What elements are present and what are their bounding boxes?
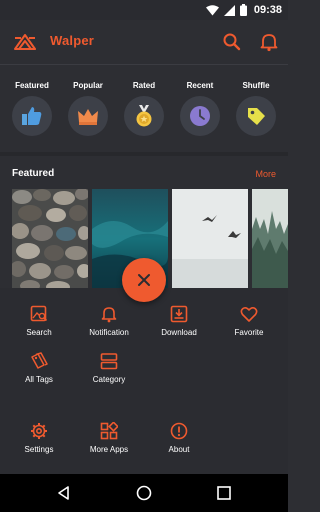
menu-label: More Apps xyxy=(89,445,129,454)
category-featured[interactable]: Featured xyxy=(4,74,60,142)
category-popular[interactable]: Popular xyxy=(60,74,116,142)
category-rated[interactable]: Rated xyxy=(116,74,172,142)
forest-image xyxy=(252,189,288,289)
category-recent[interactable]: Recent xyxy=(172,74,228,142)
status-icons: 09:38 xyxy=(205,3,282,17)
home-icon[interactable] xyxy=(136,485,152,501)
category-label: Popular xyxy=(73,81,103,90)
wallpaper-thumbnail[interactable] xyxy=(12,189,88,289)
apps-grid-icon xyxy=(100,422,118,440)
signal-icon xyxy=(223,4,235,16)
category-icon xyxy=(100,353,118,370)
close-icon xyxy=(138,274,150,286)
menu-download[interactable]: Download xyxy=(144,305,214,345)
menu-label: About xyxy=(168,445,190,454)
recents-icon[interactable] xyxy=(216,485,232,501)
category-label: Featured xyxy=(15,81,49,90)
battery-icon xyxy=(239,4,247,16)
menu-notification[interactable]: Notification xyxy=(74,305,144,345)
image-search-icon xyxy=(30,305,48,322)
app-title: Walper xyxy=(50,33,95,48)
app-bar-divider xyxy=(0,64,288,65)
crown-icon xyxy=(78,109,98,125)
section-separator xyxy=(0,152,288,156)
menu-label: Notification xyxy=(89,328,129,337)
wifi-icon xyxy=(205,4,219,15)
medal-icon xyxy=(136,105,152,127)
status-bar: 09:38 xyxy=(0,0,288,20)
tags-icon xyxy=(31,352,48,369)
close-menu-button[interactable] xyxy=(122,258,166,302)
birds-sky-image xyxy=(172,189,248,289)
menu-settings[interactable]: Settings xyxy=(4,422,74,462)
notification-bell-icon[interactable] xyxy=(259,32,279,52)
category-label: Shuffle xyxy=(242,81,270,90)
menu-more-apps[interactable]: More Apps xyxy=(74,422,144,462)
category-circle xyxy=(12,96,52,136)
category-shuffle[interactable]: Shuffle xyxy=(228,74,284,142)
category-label: Rated xyxy=(132,81,156,90)
featured-more-link[interactable]: More xyxy=(255,169,276,179)
pebbles-image xyxy=(12,189,88,289)
heart-icon xyxy=(240,306,258,322)
status-time: 09:38 xyxy=(253,4,282,16)
tag-icon xyxy=(248,108,265,125)
category-circle xyxy=(124,96,164,136)
menu-label: Favorite xyxy=(234,328,264,337)
menu-label: Settings xyxy=(24,445,54,454)
gear-icon xyxy=(31,423,47,439)
menu-category[interactable]: Category xyxy=(74,352,144,392)
action-menu-panel: Search Notification Download Favorite Al… xyxy=(0,288,288,474)
back-icon[interactable] xyxy=(56,485,72,501)
menu-all-tags[interactable]: All Tags xyxy=(4,352,74,392)
menu-about[interactable]: About xyxy=(144,422,214,462)
clock-icon xyxy=(190,106,210,126)
search-icon[interactable] xyxy=(222,32,242,52)
category-circle xyxy=(236,96,276,136)
menu-favorite[interactable]: Favorite xyxy=(214,305,284,345)
wallpaper-thumbnail[interactable] xyxy=(252,189,288,289)
bell-icon xyxy=(101,307,117,323)
system-navigation-bar xyxy=(0,474,288,512)
download-icon xyxy=(170,305,188,323)
category-shortcuts: Featured Popular Rated Recent Shuffle xyxy=(0,74,288,144)
featured-section-title: Featured xyxy=(12,168,55,179)
category-label: Recent xyxy=(186,81,214,90)
menu-search[interactable]: Search xyxy=(4,305,74,345)
info-icon xyxy=(170,422,188,440)
app-logo-icon xyxy=(14,34,36,50)
thumbs-up-icon xyxy=(22,107,42,125)
app-bar: Walper xyxy=(0,20,288,64)
menu-label: Search xyxy=(26,328,52,337)
menu-label: All Tags xyxy=(25,375,53,384)
wallpaper-thumbnail[interactable] xyxy=(172,189,248,289)
menu-label: Download xyxy=(161,328,197,337)
menu-label: Category xyxy=(92,375,126,384)
category-circle xyxy=(180,96,220,136)
category-circle xyxy=(68,96,108,136)
